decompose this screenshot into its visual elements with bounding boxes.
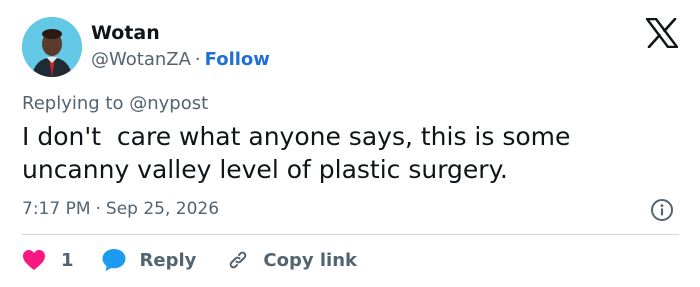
reply-button[interactable]: Reply — [101, 248, 197, 272]
copy-link-button[interactable]: Copy link — [226, 248, 357, 272]
like-button[interactable]: 1 — [22, 249, 74, 271]
tweet-date: Sep 25, 2026 — [105, 199, 220, 219]
divider — [22, 234, 679, 235]
avatar-image — [22, 17, 82, 77]
reply-label: Reply — [139, 249, 197, 271]
handle-separator: · — [194, 49, 201, 70]
follow-button[interactable]: Follow — [205, 49, 270, 70]
link-icon — [226, 248, 250, 272]
author-handle[interactable]: @WotanZA — [91, 49, 191, 70]
replying-to: Replying to @nypost — [22, 92, 208, 116]
copy-link-label: Copy link — [263, 249, 357, 271]
tweet-time: 7:17 PM — [22, 199, 91, 219]
timestamp-separator: · — [95, 199, 101, 219]
author-handle-line: @WotanZA · Follow — [91, 47, 270, 73]
x-logo-icon[interactable] — [645, 17, 679, 49]
heart-icon — [22, 249, 46, 271]
author-block: Wotan @WotanZA · Follow — [91, 20, 270, 73]
replying-to-label: Replying to — [22, 93, 130, 114]
speech-bubble-icon — [101, 248, 127, 272]
like-count: 1 — [61, 249, 74, 271]
tweet-timestamp[interactable]: 7:17 PM · Sep 25, 2026 — [22, 197, 219, 221]
avatar[interactable] — [22, 17, 82, 77]
tweet-text: I don't care what anyone says, this is s… — [22, 122, 579, 184]
info-icon[interactable] — [650, 198, 674, 222]
replying-to-handle[interactable]: @nypost — [129, 93, 208, 114]
action-bar: 1 Reply Copy link — [22, 246, 357, 274]
author-name[interactable]: Wotan — [91, 20, 270, 46]
